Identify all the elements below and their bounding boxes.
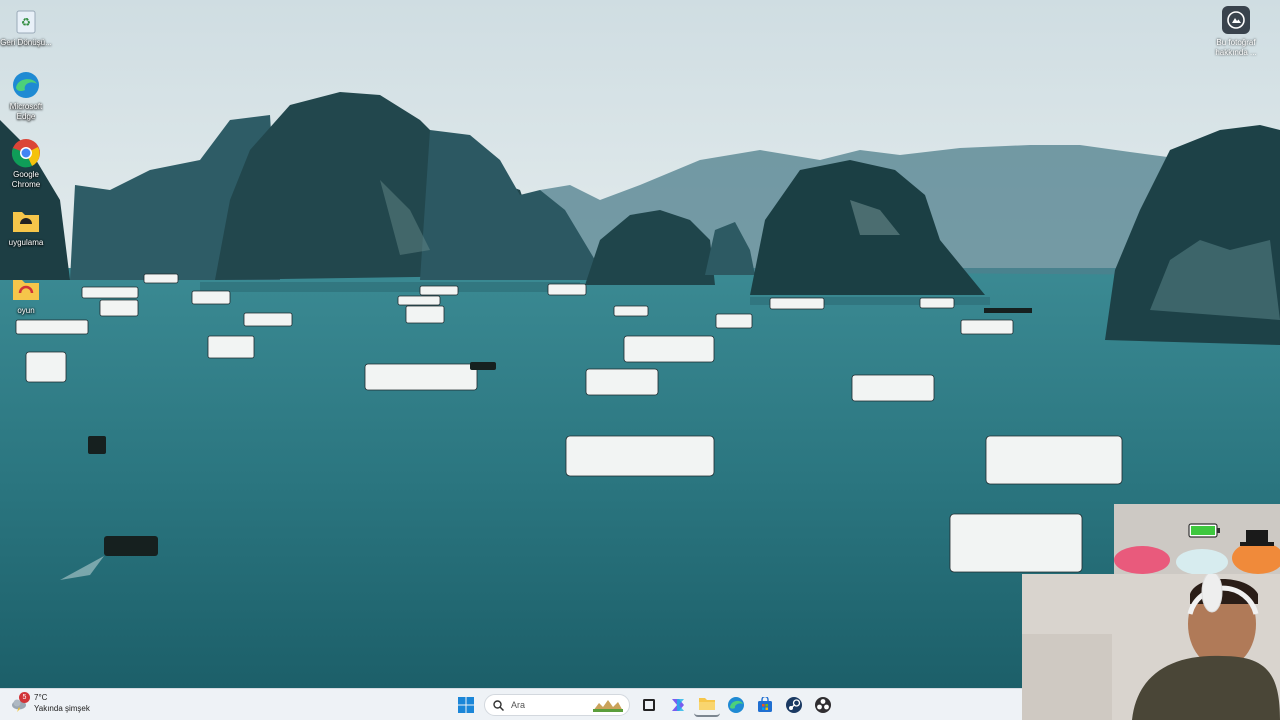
desktop-icon-google-chrome[interactable]: Google Chrome [0,138,52,190]
edge-icon [728,697,744,713]
chrome-icon [11,138,41,168]
desktop-icon-label: Google Chrome [11,170,41,189]
taskbar: 5 7°C Yakında şimşek Ara [0,688,1022,720]
file-explorer-button[interactable] [694,693,720,717]
desktop-icon-microsoft-edge[interactable]: Microsoft Edge [0,70,52,122]
weather-cloud-icon: 5 [10,692,30,713]
desktop-icon-uygulama[interactable]: uygulama [0,206,52,248]
svg-text:♻: ♻ [21,17,31,29]
copilot-button[interactable] [665,693,691,717]
edge-icon [11,70,41,100]
recycle-bin-icon: ♻ [11,6,41,36]
weather-widget[interactable]: 5 7°C Yakında şimşek [10,692,90,714]
store-button[interactable] [752,693,778,717]
search-box[interactable]: Ara [484,694,630,716]
weather-temperature: 7°C [34,693,48,702]
search-highlight-icon [593,700,623,712]
about-this-photo-label: Bu fotoğraf hakkında ... [1215,38,1257,57]
start-icon [458,697,474,713]
about-this-photo[interactable]: Bu fotoğraf hakkında ... [1210,6,1262,58]
search-placeholder: Ara [511,700,526,710]
desktop-icon-label: uygulama [8,238,44,247]
search-icon [493,699,504,711]
battery-icon [1188,523,1220,538]
stream-overlay [1114,504,1280,574]
desktop-icon-label: oyun [17,306,35,315]
start-button[interactable] [453,693,479,717]
notification-badge: 5 [19,692,30,703]
copilot-icon [672,699,684,711]
folder-icon [11,206,41,236]
store-icon [758,697,772,712]
weather-forecast: Yakında şimşek [34,704,90,713]
task-view-button[interactable] [636,693,662,717]
task-view-icon [643,699,655,711]
desktop-icon-recycle-bin[interactable]: ♻ Geri Dönüşü... [0,6,52,48]
desktop-icon-oyun[interactable]: oyun [0,274,52,316]
desktop-icon-label: Geri Dönüşü... [0,38,52,47]
folder-icon [11,274,41,304]
steam-icon [786,697,802,713]
edge-button[interactable] [723,693,749,717]
desktop-icon-label: Microsoft Edge [9,102,43,121]
webcam-feed [1022,574,1280,720]
steam-button[interactable] [781,693,807,717]
obs-icon [815,697,831,713]
camera-icon [1222,6,1250,34]
obs-button[interactable] [810,693,836,717]
file-explorer-icon [699,698,715,710]
